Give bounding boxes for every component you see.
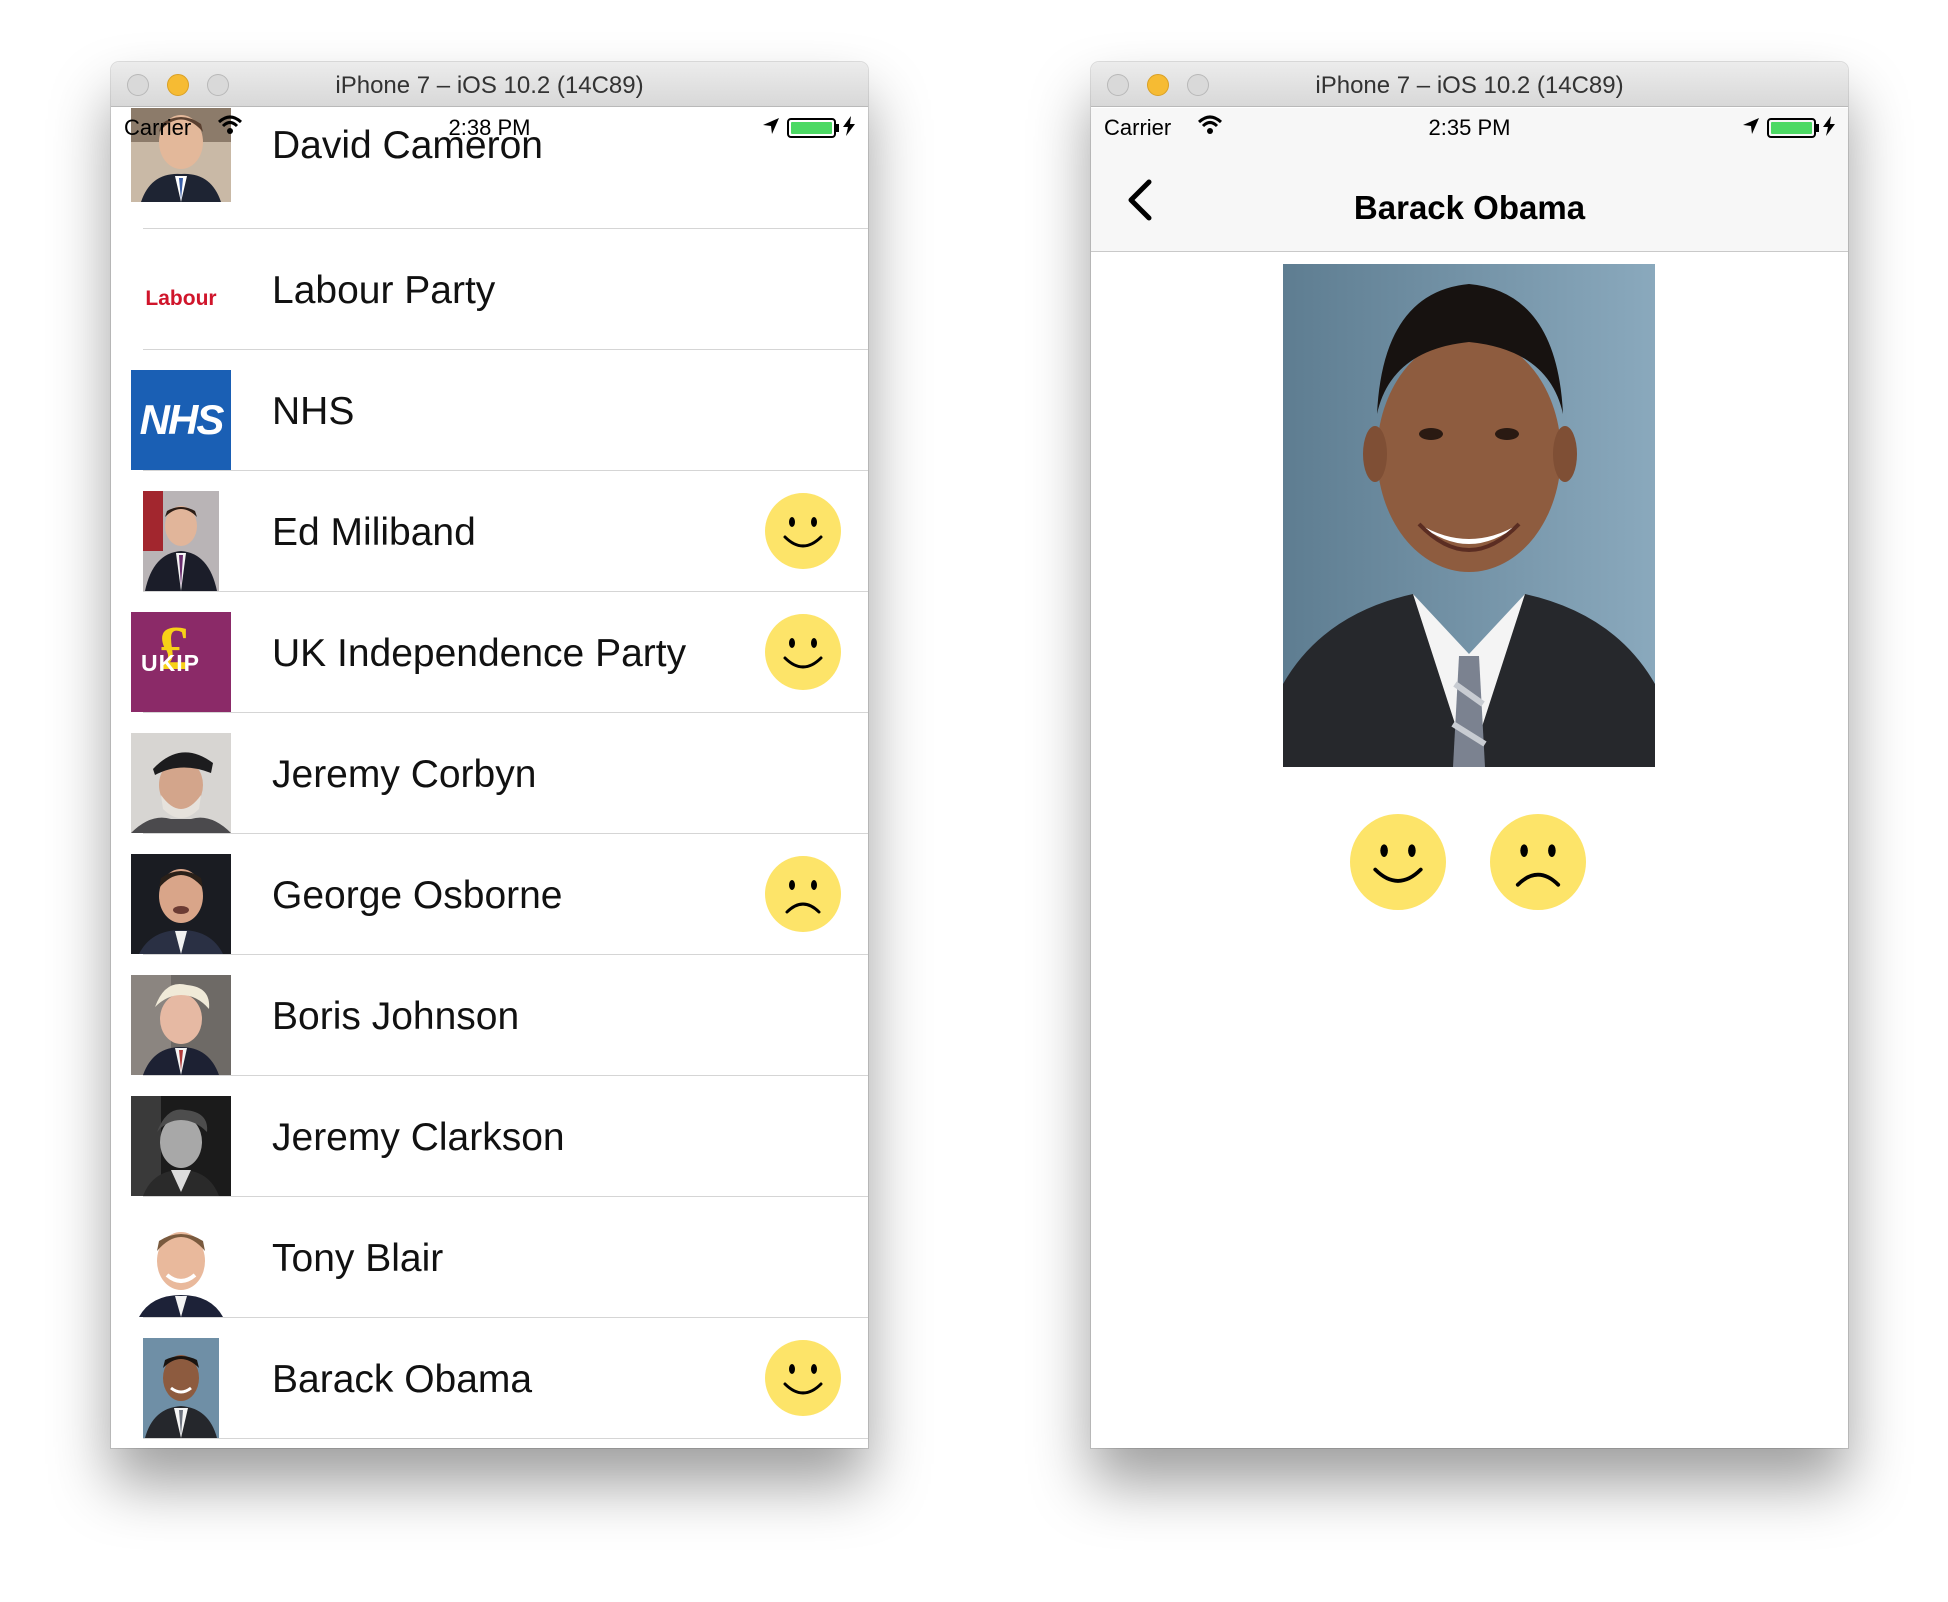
- location-arrow-icon: [1743, 118, 1759, 134]
- list-item[interactable]: George Osborne: [131, 834, 868, 955]
- status-time: 2:35 PM: [1428, 115, 1511, 140]
- list-item[interactable]: Tony Blair: [131, 1197, 868, 1318]
- thumbnail-photo: [131, 1217, 231, 1317]
- item-name: George Osborne: [272, 874, 563, 917]
- page-title: Barack Obama: [1353, 189, 1586, 226]
- portrait-photo: [1283, 264, 1655, 767]
- window-title: iPhone 7 – iOS 10.2 (14C89): [335, 72, 644, 99]
- sad-face-icon[interactable]: [765, 856, 841, 932]
- location-arrow-icon: [763, 118, 779, 134]
- navigation-bar: Barack Obama: [1091, 148, 1848, 252]
- item-name: Jeremy Clarkson: [272, 1116, 565, 1159]
- status-bar: Carrier 2:38 PM: [111, 108, 868, 148]
- thumbnail-photo: [131, 491, 231, 591]
- device-screen: Carrier 2:35 PM Barack Obama: [1091, 108, 1848, 1448]
- battery-icon: [787, 118, 839, 138]
- logo-text: NHS: [139, 396, 225, 443]
- battery-icon: [1767, 118, 1819, 138]
- entity-list[interactable]: David Cameron Labour Labour Party NHS NH…: [111, 108, 868, 1448]
- happy-face-icon[interactable]: [765, 493, 841, 569]
- list-item[interactable]: Labour Labour Party: [143, 229, 868, 350]
- item-name: UK Independence Party: [272, 632, 687, 675]
- list-item[interactable]: Boris Johnson: [131, 955, 868, 1076]
- device-screen: Carrier 2:38 PM David Cameron Labour Lab…: [111, 108, 868, 1448]
- logo-text: Labour: [145, 287, 217, 310]
- thumbnail-photo: [131, 854, 231, 954]
- window-titlebar: iPhone 7 – iOS 10.2 (14C89): [111, 62, 868, 107]
- list-item[interactable]: Ed Miliband: [131, 471, 868, 592]
- status-time: 2:38 PM: [448, 115, 531, 140]
- list-item[interactable]: Jeremy Clarkson: [131, 1076, 868, 1197]
- thumbnail-photo: [131, 975, 231, 1075]
- thumbnail-photo: [131, 1096, 231, 1196]
- simulator-window-list: iPhone 7 – iOS 10.2 (14C89) Carrier 2:38…: [111, 62, 868, 1448]
- status-bar: Carrier 2:35 PM: [1091, 108, 1848, 148]
- list-item[interactable]: Jeremy Corbyn: [131, 713, 868, 834]
- simulator-window-detail: iPhone 7 – iOS 10.2 (14C89) Carrier 2:35…: [1091, 62, 1848, 1448]
- item-name: NHS: [272, 390, 355, 433]
- list-item[interactable]: £ UKIP UK Independence Party: [131, 592, 868, 713]
- nhs-logo-icon: NHS: [131, 370, 231, 470]
- thumbnail-photo: [131, 733, 231, 833]
- logo-text: UKIP: [141, 650, 200, 676]
- happy-face-icon[interactable]: [1350, 814, 1446, 910]
- item-name: Tony Blair: [272, 1237, 444, 1280]
- charging-bolt-icon: [843, 116, 855, 136]
- item-name: Labour Party: [272, 269, 496, 312]
- window-title: iPhone 7 – iOS 10.2 (14C89): [1315, 72, 1624, 99]
- sad-face-icon[interactable]: [1490, 814, 1586, 910]
- item-name: Barack Obama: [272, 1358, 533, 1401]
- list-item[interactable]: NHS NHS: [131, 350, 868, 471]
- labour-logo-icon: Labour: [131, 249, 231, 349]
- happy-face-icon[interactable]: [765, 614, 841, 690]
- item-name: Jeremy Corbyn: [272, 753, 537, 796]
- list-item[interactable]: Barack Obama: [131, 1318, 868, 1439]
- item-name: Ed Miliband: [272, 511, 476, 554]
- item-name: Boris Johnson: [272, 995, 520, 1038]
- list-item-partial[interactable]: [143, 1439, 868, 1448]
- charging-bolt-icon: [1823, 116, 1835, 136]
- ukip-logo-icon: £ UKIP: [131, 612, 231, 712]
- happy-face-icon[interactable]: [765, 1340, 841, 1416]
- thumbnail-photo: [131, 1338, 231, 1438]
- window-titlebar: iPhone 7 – iOS 10.2 (14C89): [1091, 62, 1848, 107]
